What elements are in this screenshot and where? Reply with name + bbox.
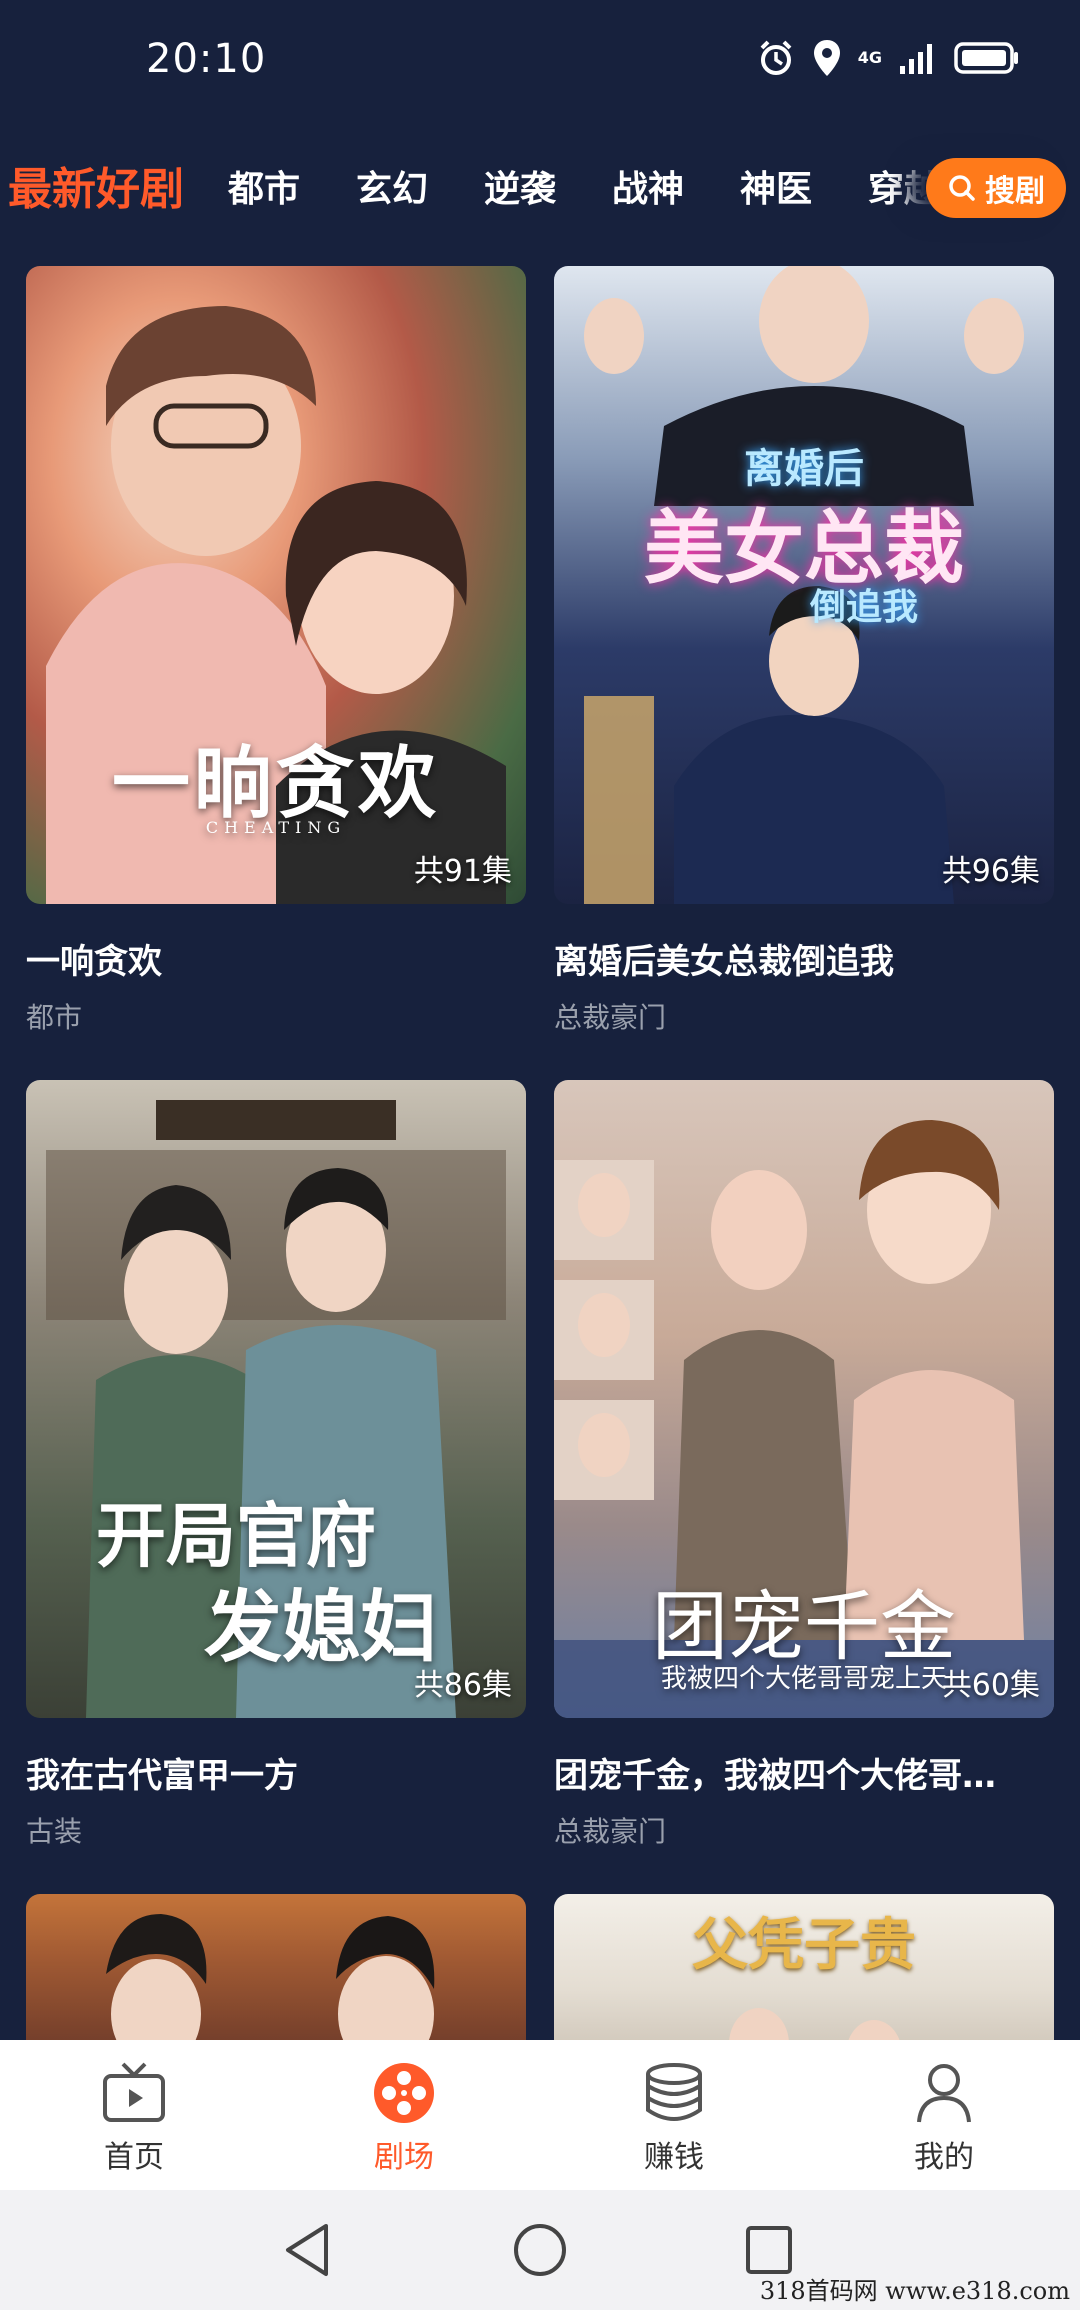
- back-icon[interactable]: [282, 2222, 332, 2278]
- tab-fantasy[interactable]: 玄幻: [356, 160, 428, 212]
- drama-poster[interactable]: 团宠千金 我被四个大佬哥哥宠上天 共60集: [554, 1080, 1054, 1718]
- nav-earn-label: 赚钱: [644, 2140, 704, 2175]
- status-time: 20:10: [146, 36, 267, 82]
- episode-count: 共96集: [941, 854, 1040, 889]
- poster-title: 父凭子贵: [692, 1912, 916, 1978]
- drama-poster[interactable]: [26, 1894, 526, 2054]
- location-icon: [813, 40, 840, 76]
- poster-art: [106, 1914, 435, 2054]
- search-icon: [949, 175, 975, 201]
- drama-poster[interactable]: 离婚后 美女总裁 倒追我 共96集: [554, 266, 1054, 904]
- drama-title[interactable]: 离婚后美女总裁倒追我: [554, 934, 1064, 983]
- drama-poster[interactable]: 开局官府 发媳妇 共86集: [26, 1080, 526, 1718]
- nav-theater-label: 剧场: [374, 2140, 434, 2175]
- bottom-nav: 首页 剧场 赚钱 我的: [0, 2040, 1080, 2190]
- episode-count: 共91集: [413, 854, 512, 889]
- nav-me-label: 我的: [914, 2140, 974, 2175]
- system-nav-bar: 318首码网 www.e318.com: [0, 2190, 1080, 2310]
- status-bar: 20:10 4G: [0, 0, 1080, 130]
- drama-genre: 总裁豪门: [554, 1001, 667, 1034]
- drama-poster[interactable]: 父凭子贵: [554, 1894, 1054, 2054]
- alarm-icon: [760, 40, 792, 75]
- poster-title: 一晌贪欢: [111, 738, 440, 829]
- tab-war-god[interactable]: 战神: [612, 160, 684, 212]
- drama-poster[interactable]: 一晌贪欢 CHEATING 共91集: [26, 266, 526, 904]
- poster-subtitle: CHEATING: [205, 818, 347, 837]
- episode-count: 共86集: [413, 1668, 512, 1703]
- drama-title[interactable]: 一响贪欢: [26, 934, 536, 983]
- tv-icon: [103, 2062, 165, 2122]
- tab-divine-doctor[interactable]: 神医: [740, 160, 812, 212]
- search-label: 搜剧: [985, 174, 1045, 209]
- recents-icon[interactable]: [744, 2222, 794, 2278]
- drama-genre: 都市: [26, 1001, 83, 1034]
- drama-title[interactable]: 我在古代富甲一方: [26, 1748, 536, 1797]
- tab-comeback[interactable]: 逆袭: [484, 160, 556, 212]
- drama-genre: 总裁豪门: [554, 1815, 667, 1848]
- drama-genre: 古装: [26, 1815, 83, 1848]
- film-reel-icon: [374, 2063, 434, 2123]
- nav-theater[interactable]: 剧场: [334, 2062, 474, 2176]
- nav-earn[interactable]: 赚钱: [604, 2062, 744, 2176]
- category-tabs: 最新好剧 都市 玄幻 逆袭 战神 神医 穿越 搜剧: [0, 150, 1080, 230]
- coin-stack-icon: [646, 2063, 702, 2121]
- nav-home-label: 首页: [104, 2140, 164, 2175]
- search-button[interactable]: 搜剧: [926, 158, 1066, 218]
- episode-count: 共60集: [941, 1668, 1040, 1703]
- poster-title-bottom: 倒追我: [809, 586, 918, 628]
- network-type: 4G: [857, 48, 882, 67]
- drama-title[interactable]: 团宠千金，我被四个大佬哥…: [554, 1748, 1064, 1797]
- signal-icon: [900, 44, 932, 74]
- watermark: 318首码网 www.e318.com: [759, 2277, 1070, 2305]
- battery-icon: [954, 42, 1018, 74]
- tab-latest[interactable]: 最新好剧: [8, 153, 184, 217]
- status-icons: 4G: [756, 38, 1020, 78]
- nav-home[interactable]: 首页: [64, 2062, 204, 2176]
- user-icon: [917, 2064, 971, 2123]
- tab-urban[interactable]: 都市: [228, 160, 300, 212]
- nav-me[interactable]: 我的: [874, 2062, 1014, 2176]
- home-circle-icon[interactable]: [512, 2222, 568, 2278]
